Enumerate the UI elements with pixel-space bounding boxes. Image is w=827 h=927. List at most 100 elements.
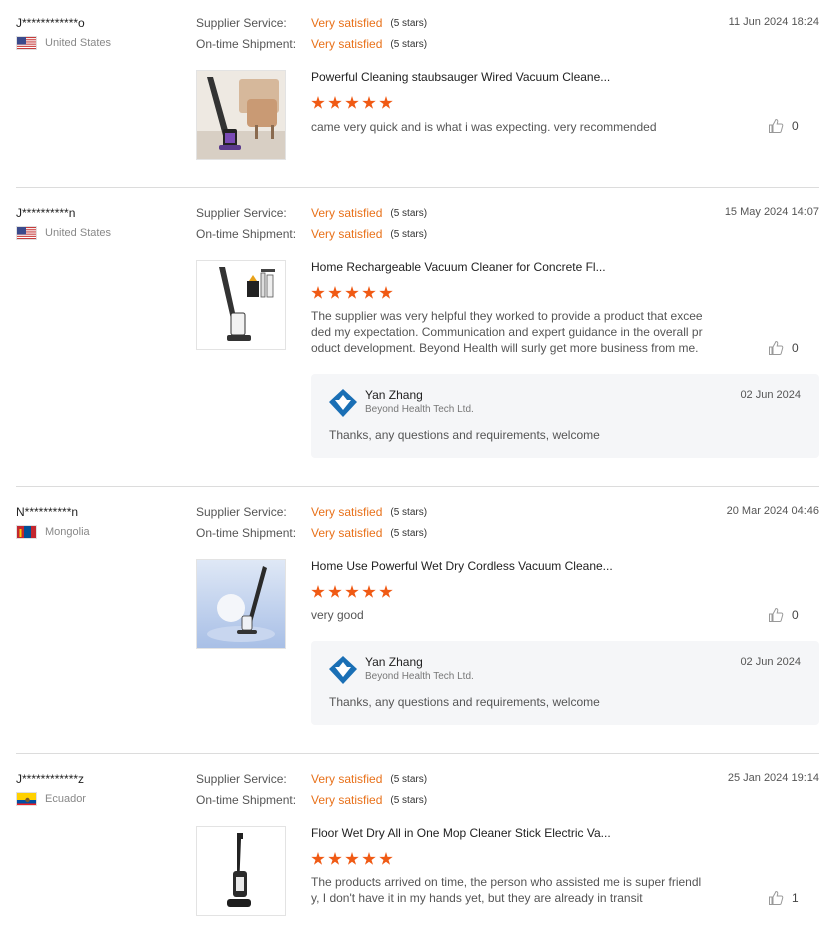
rating-value: Very satisfied	[311, 206, 383, 220]
ontime-shipment-rating: On-time Shipment: Very satisfied (5 star…	[196, 526, 427, 540]
star-icon	[328, 852, 342, 865]
star-icon	[362, 585, 376, 598]
supplier-reply: Yan Zhang Beyond Health Tech Ltd. 02 Jun…	[311, 641, 819, 725]
us-flag-icon	[16, 36, 37, 50]
review-divider	[16, 486, 819, 487]
product-rating-stars	[311, 96, 396, 110]
star-icon	[328, 585, 342, 598]
country-name: Ecuador	[45, 793, 86, 805]
us-flag-icon	[16, 226, 37, 240]
star-icon	[362, 852, 376, 865]
star-icon	[328, 96, 342, 109]
star-icon	[379, 585, 393, 598]
review-date: 11 Jun 2024 18:24	[728, 16, 819, 28]
star-icon	[328, 286, 342, 299]
rating-label: Supplier Service:	[196, 206, 287, 220]
buyer-country: United States	[16, 226, 111, 240]
comment-line: oduct development. Beyond Health will su…	[311, 341, 699, 355]
ontime-shipment-rating: On-time Shipment: Very satisfied (5 star…	[196, 227, 427, 241]
rating-stars-text: (5 stars)	[390, 207, 428, 219]
review-date: 25 Jan 2024 19:14	[727, 772, 819, 784]
rating-value: Very satisfied	[311, 526, 383, 540]
like-button[interactable]: 0	[768, 118, 799, 134]
country-name: United States	[45, 227, 112, 239]
country-name: United States	[45, 37, 112, 49]
rating-label: On-time Shipment:	[196, 37, 297, 51]
star-icon	[345, 286, 359, 299]
rating-label: On-time Shipment:	[196, 526, 297, 540]
product-title[interactable]: Floor Wet Dry All in One Mop Cleaner Sti…	[311, 826, 611, 840]
supplier-service-rating: Supplier Service: Very satisfied (5 star…	[196, 505, 427, 519]
like-count: 0	[792, 341, 799, 355]
thumbs-up-icon	[769, 607, 784, 622]
product-title[interactable]: Home Use Powerful Wet Dry Cordless Vacuu…	[311, 559, 613, 573]
rating-stars-text: (5 stars)	[390, 228, 428, 240]
rating-value: Very satisfied	[311, 37, 383, 51]
supplier-logo-icon	[329, 656, 357, 684]
buyer-country: Mongolia	[16, 525, 90, 539]
buyer-country: Ecuador	[16, 792, 86, 806]
rating-stars-text: (5 stars)	[390, 773, 428, 785]
comment-line: ded my expectation. Communication and ex…	[311, 325, 703, 339]
product-title[interactable]: Powerful Cleaning staubsauger Wired Vacu…	[311, 70, 610, 84]
like-count: 0	[792, 119, 799, 133]
product-title[interactable]: Home Rechargeable Vacuum Cleaner for Con…	[311, 260, 606, 274]
rating-label: On-time Shipment:	[196, 793, 297, 807]
rating-label: Supplier Service:	[196, 505, 287, 519]
review-comment: came very quick and is what i was expect…	[311, 120, 657, 134]
rating-value: Very satisfied	[311, 793, 383, 807]
like-count: 1	[792, 891, 799, 905]
star-icon	[345, 852, 359, 865]
rating-stars-text: (5 stars)	[390, 794, 428, 806]
ontime-shipment-rating: On-time Shipment: Very satisfied (5 star…	[196, 37, 427, 51]
rating-stars-text: (5 stars)	[390, 527, 428, 539]
review-divider	[16, 187, 819, 188]
supplier-reply: Yan Zhang Beyond Health Tech Ltd. 02 Jun…	[311, 374, 819, 458]
product-thumbnail[interactable]	[196, 826, 286, 916]
star-icon	[311, 286, 325, 299]
rating-value: Very satisfied	[311, 772, 383, 786]
buyer-name: N**********n	[16, 505, 79, 519]
star-icon	[362, 96, 376, 109]
like-button[interactable]: 1	[768, 890, 799, 906]
ecuador-flag-icon	[16, 792, 37, 806]
comment-line: The supplier was very helpful they worke…	[311, 309, 703, 323]
rating-stars-text: (5 stars)	[390, 506, 428, 518]
rating-stars-text: (5 stars)	[390, 38, 428, 50]
buyer-name: J************z	[16, 772, 85, 786]
review-comment: very good	[311, 608, 364, 622]
supplier-service-rating: Supplier Service: Very satisfied (5 star…	[196, 772, 427, 786]
like-count: 0	[792, 608, 799, 622]
supplier-logo-icon	[329, 389, 357, 417]
review-divider	[16, 753, 819, 754]
product-thumbnail[interactable]	[196, 559, 286, 649]
reply-company: Beyond Health Tech Ltd.	[365, 671, 474, 682]
country-name: Mongolia	[45, 526, 90, 538]
product-rating-stars	[311, 852, 396, 866]
reply-text: Thanks, any questions and requirements, …	[329, 695, 600, 709]
like-button[interactable]: 0	[768, 340, 799, 356]
product-thumbnail[interactable]	[196, 260, 286, 350]
product-thumbnail[interactable]	[196, 70, 286, 160]
review-comment: The products arrived on time, the person…	[311, 874, 721, 906]
star-icon	[345, 585, 359, 598]
reply-company: Beyond Health Tech Ltd.	[365, 404, 474, 415]
thumbs-up-icon	[769, 890, 784, 905]
like-button[interactable]: 0	[768, 607, 799, 623]
rating-label: Supplier Service:	[196, 772, 287, 786]
rating-label: Supplier Service:	[196, 16, 287, 30]
rating-stars-text: (5 stars)	[390, 17, 428, 29]
reply-author: Yan Zhang	[365, 388, 423, 402]
review-comment: The supplier was very helpful they worke…	[311, 308, 721, 356]
star-icon	[311, 585, 325, 598]
review-date: 20 Mar 2024 04:46	[726, 505, 819, 517]
rating-value: Very satisfied	[311, 227, 383, 241]
rating-value: Very satisfied	[311, 505, 383, 519]
supplier-service-rating: Supplier Service: Very satisfied (5 star…	[196, 206, 427, 220]
star-icon	[379, 852, 393, 865]
reply-author: Yan Zhang	[365, 655, 423, 669]
comment-line: The products arrived on time, the person…	[311, 875, 702, 889]
product-rating-stars	[311, 286, 396, 300]
reply-date: 02 Jun 2024	[740, 656, 801, 668]
mongolia-flag-icon	[16, 525, 37, 539]
